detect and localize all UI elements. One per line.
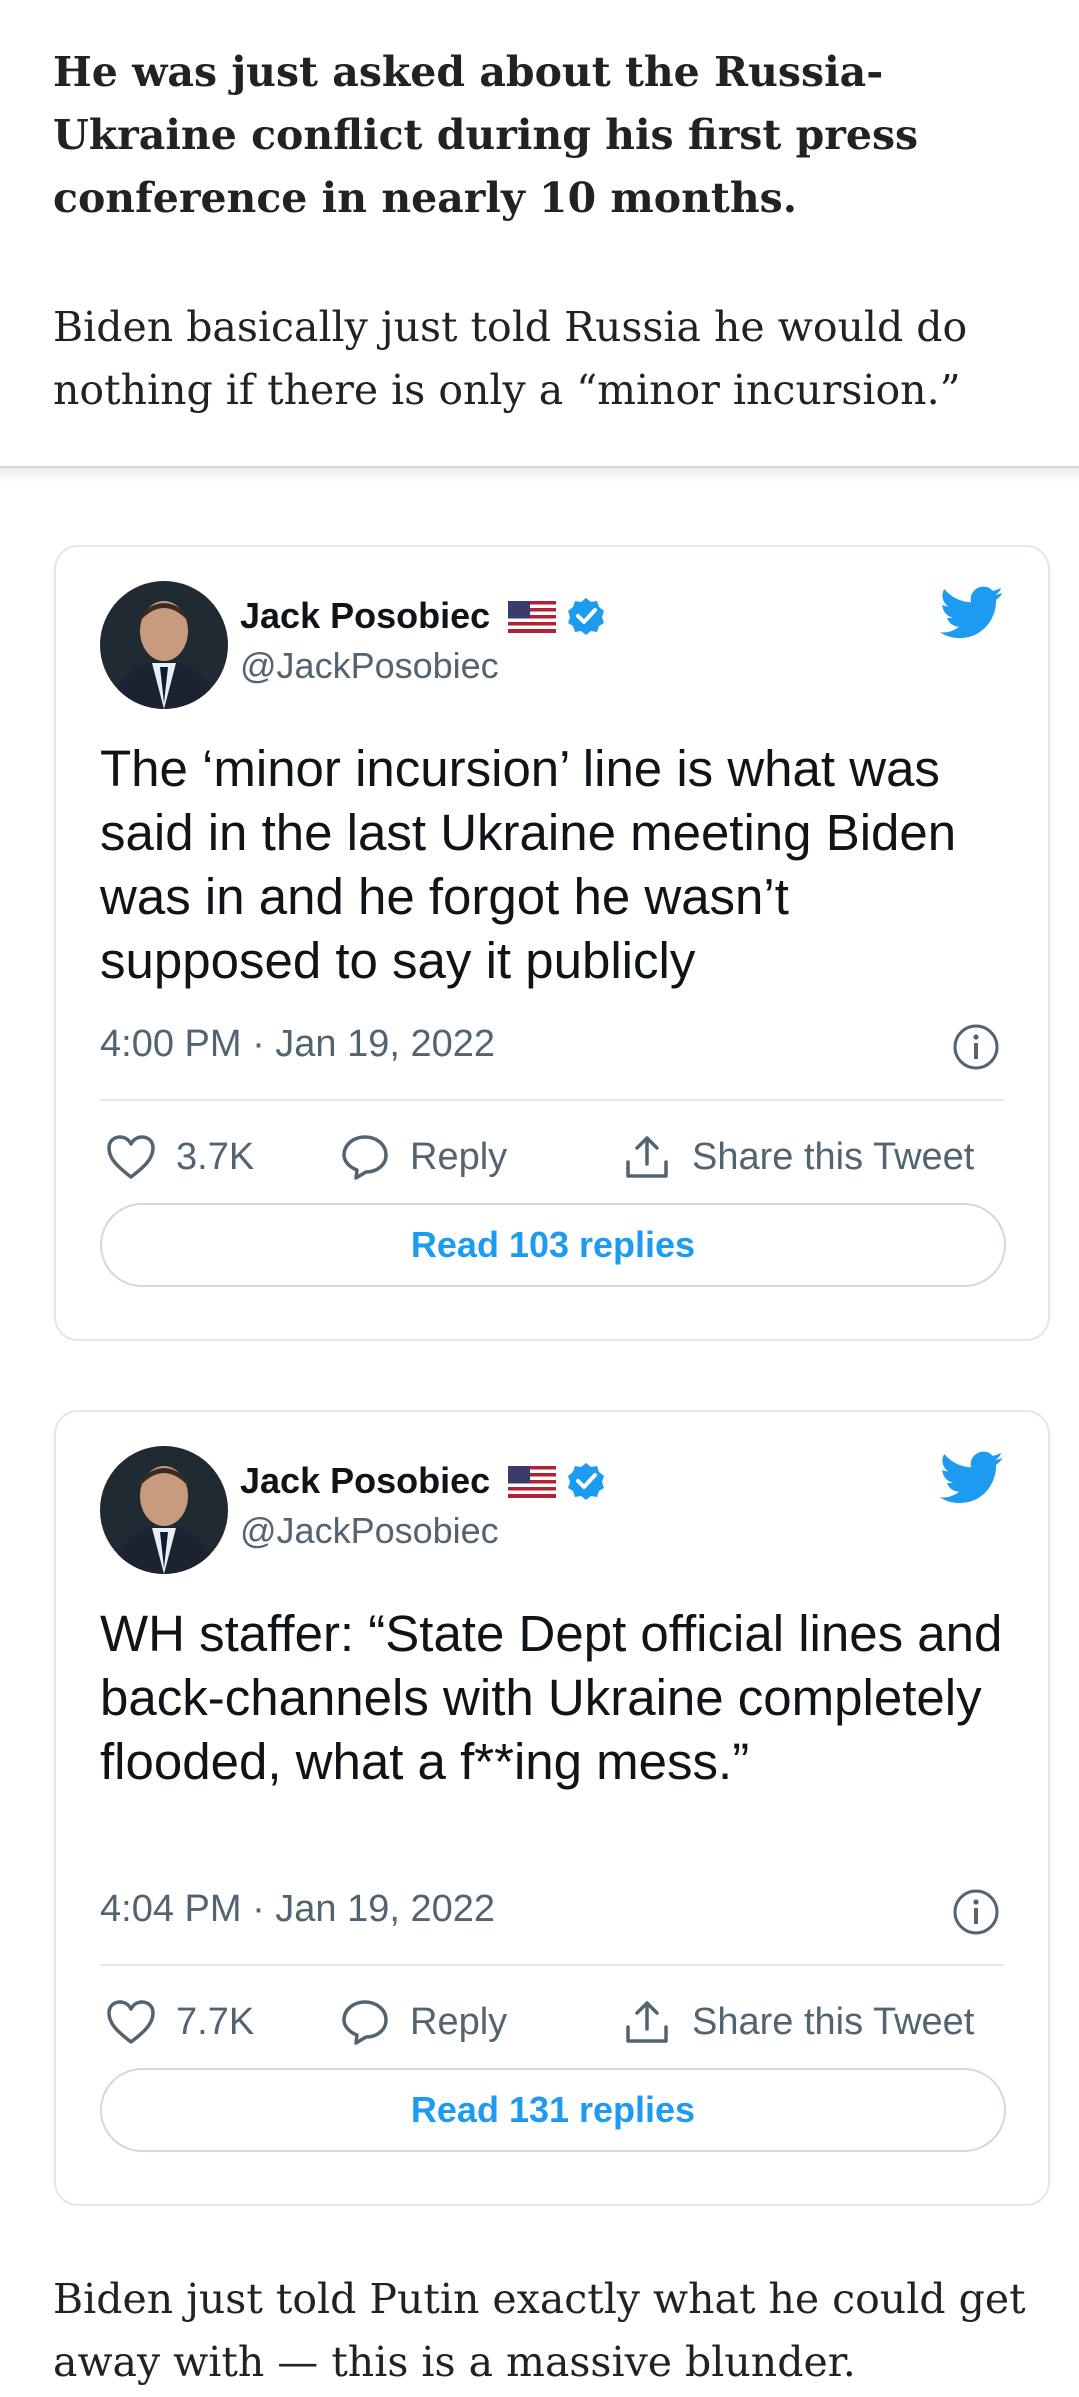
like-button[interactable]: 3.7K xyxy=(106,1127,254,1187)
share-arrow-icon xyxy=(626,2001,668,2043)
tweet-actions: 7.7K Reply Share this Tweet xyxy=(100,1992,1010,2052)
us-flag-icon xyxy=(508,1465,557,1498)
us-flag-icon xyxy=(508,600,557,633)
share-label: Share this Tweet xyxy=(692,1135,975,1178)
tweet-timestamp[interactable]: 4:00 PM · Jan 19, 2022 xyxy=(100,1023,495,1066)
reply-label: Reply xyxy=(410,1135,508,1178)
author-handle[interactable]: @JackPosobiec xyxy=(240,645,499,687)
embedded-tweet[interactable]: Jack Posobiec @JackPosobiec The ‘minor i… xyxy=(54,545,1050,1341)
read-replies-button[interactable]: Read 103 replies xyxy=(100,1203,1006,1287)
author-name-row[interactable]: Jack Posobiec xyxy=(240,595,606,637)
share-button[interactable]: Share this Tweet xyxy=(622,1992,974,2052)
tweet-text: WH staffer: “State Dept official lines a… xyxy=(100,1605,1003,1790)
article-paragraph: Biden basically just told Russia he woul… xyxy=(53,303,968,414)
author-name-row[interactable]: Jack Posobiec xyxy=(240,1460,606,1502)
twitter-bird-icon[interactable] xyxy=(939,1450,1004,1506)
read-replies-button[interactable]: Read 131 replies xyxy=(100,2068,1006,2152)
avatar[interactable] xyxy=(100,1446,228,1574)
avatar[interactable] xyxy=(100,581,228,709)
divider xyxy=(100,1099,1004,1101)
embedded-tweet[interactable]: Jack Posobiec @JackPosobiec WH staffer: … xyxy=(54,1410,1050,2206)
article-paragraph-lead: He was just asked about the Russia-Ukrai… xyxy=(53,48,919,222)
reply-button[interactable]: Reply xyxy=(340,1992,507,2052)
article-header-section: He was just asked about the Russia-Ukrai… xyxy=(0,0,1079,468)
author-name[interactable]: Jack Posobiec xyxy=(240,595,490,637)
share-button[interactable]: Share this Tweet xyxy=(622,1127,974,1187)
heart-icon xyxy=(107,2000,155,2044)
speech-bubble-icon xyxy=(342,1135,388,1180)
reply-button[interactable]: Reply xyxy=(340,1127,507,1187)
author-name[interactable]: Jack Posobiec xyxy=(240,1460,490,1502)
article-paragraph: Biden just told Putin exactly what he co… xyxy=(53,2275,1026,2386)
verified-badge-icon xyxy=(566,596,606,636)
share-arrow-icon xyxy=(626,1136,668,1178)
tweet-timestamp[interactable]: 4:04 PM · Jan 19, 2022 xyxy=(100,1888,495,1931)
like-button[interactable]: 7.7K xyxy=(106,1992,254,2052)
info-icon[interactable] xyxy=(952,1023,1000,1071)
section-divider xyxy=(0,468,1079,482)
tweet-actions: 3.7K Reply Share this Tweet xyxy=(100,1127,1010,1187)
reply-label: Reply xyxy=(410,2000,508,2043)
like-count: 7.7K xyxy=(176,2000,255,2043)
share-label: Share this Tweet xyxy=(692,2000,975,2043)
speech-bubble-icon xyxy=(342,2000,388,2045)
like-count: 3.7K xyxy=(176,1135,255,1178)
tweet-text: The ‘minor incursion’ line is what was s… xyxy=(100,740,957,989)
author-handle[interactable]: @JackPosobiec xyxy=(240,1510,499,1552)
twitter-bird-icon[interactable] xyxy=(939,585,1004,641)
divider xyxy=(100,1964,1004,1966)
info-icon[interactable] xyxy=(952,1888,1000,1936)
heart-icon xyxy=(107,1135,155,1179)
verified-badge-icon xyxy=(566,1461,606,1501)
